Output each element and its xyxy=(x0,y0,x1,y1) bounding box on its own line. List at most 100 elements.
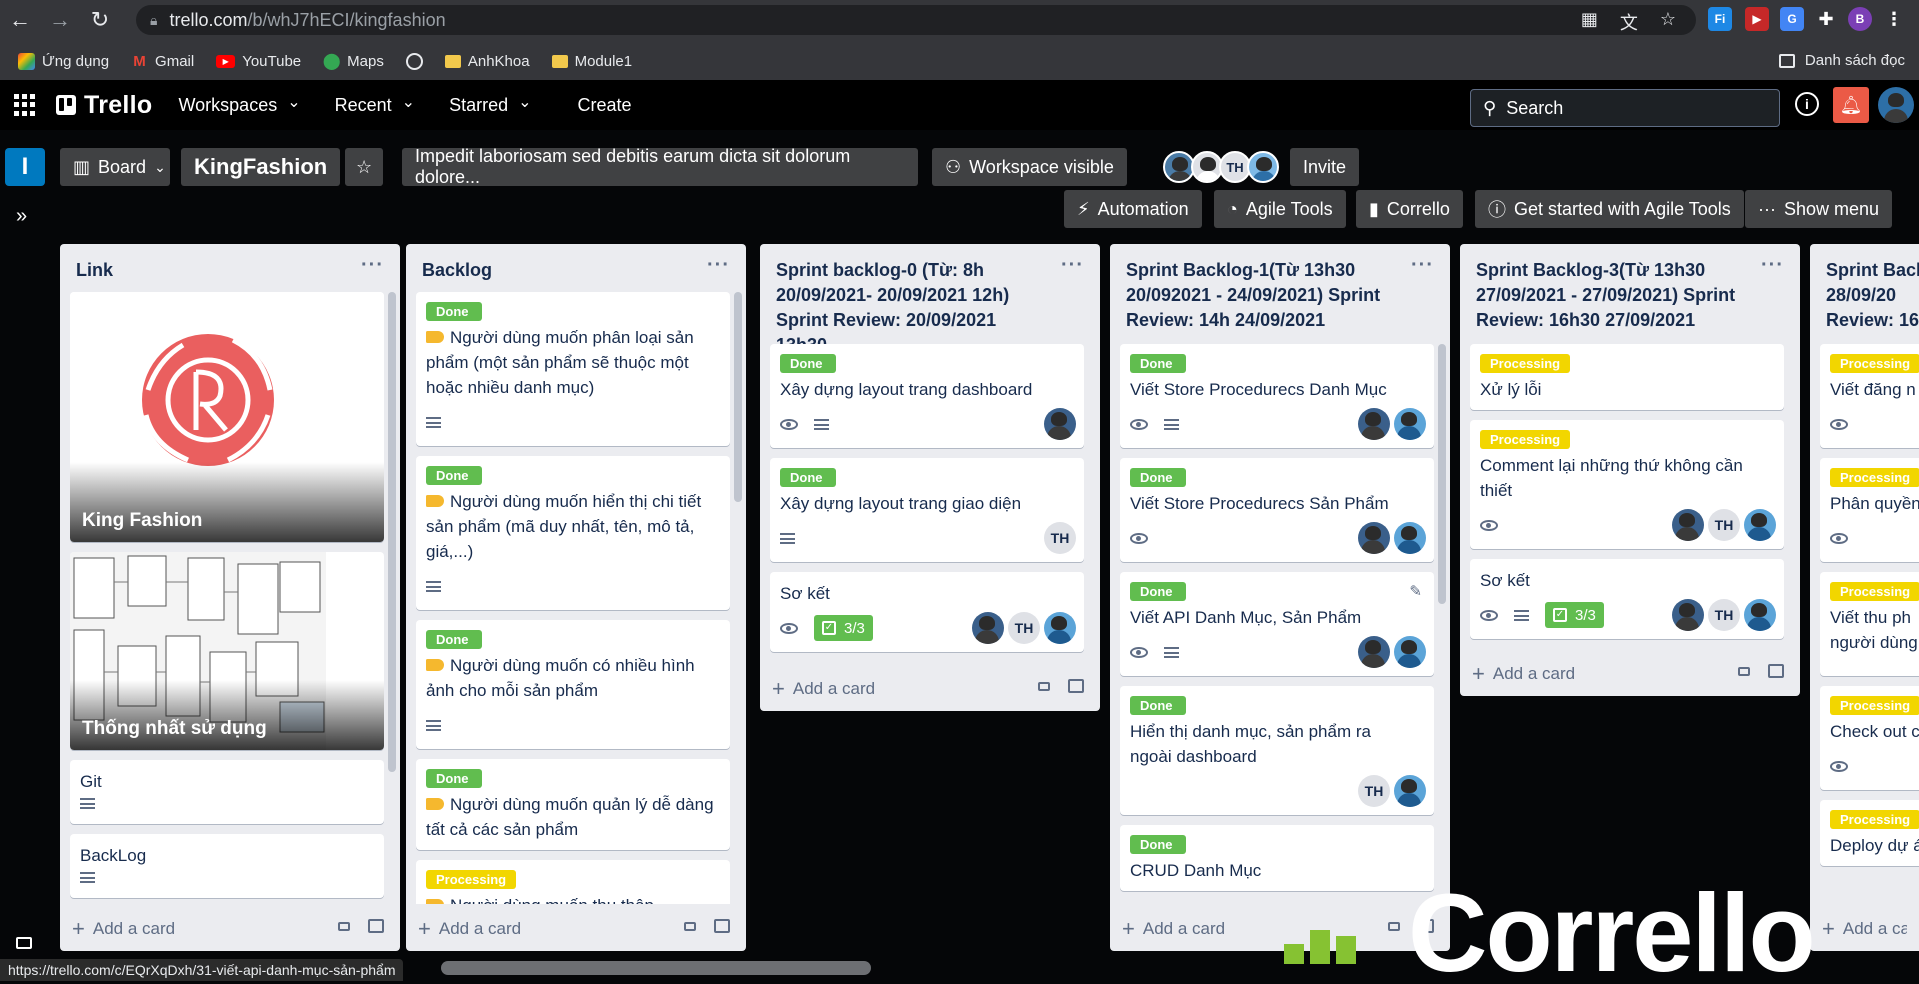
member-avatar[interactable] xyxy=(1744,599,1776,631)
card-next-item[interactable]: Processing Viết đăng n xyxy=(1820,344,1919,448)
board-view-switcher[interactable]: ▥ Board ⌄ xyxy=(60,148,170,186)
record-video-icon[interactable] xyxy=(338,922,350,931)
nav-starred[interactable]: Starred xyxy=(449,95,531,116)
card-template-icon[interactable] xyxy=(1068,679,1084,693)
apps-install-icon[interactable]: ▦ xyxy=(1581,9,1598,35)
bookmark-gmail[interactable]: M Gmail xyxy=(131,53,194,70)
member-avatar-initials[interactable]: TH xyxy=(1708,599,1740,631)
bookmark-anhkhoa[interactable]: AnhKhoa xyxy=(444,53,530,70)
list-title[interactable]: Sprint Backlog-3(Từ 13h30 27/09/2021 - 2… xyxy=(1460,244,1800,339)
list-menu-icon[interactable]: ··· xyxy=(361,254,384,277)
app-switcher-icon[interactable] xyxy=(14,94,36,116)
bookmark-youtube[interactable]: ▶ YouTube xyxy=(216,53,301,70)
notifications-bell-icon[interactable]: 🔔︎ xyxy=(1833,87,1869,123)
card-sprint1-item[interactable]: Done Viết Store Procedurecs Sản Phẩm xyxy=(1120,458,1434,562)
list-title[interactable]: Sprint Back 28/09/20 Review: 16h xyxy=(1810,244,1919,339)
star-board-button[interactable]: ☆ xyxy=(345,148,383,186)
add-card-button[interactable]: + Add a card xyxy=(418,915,734,943)
trello-logo[interactable]: Trello xyxy=(56,91,153,120)
add-card-button[interactable]: + Add a card xyxy=(1122,915,1438,943)
reading-list[interactable]: Danh sách đọc xyxy=(1778,52,1905,69)
card-sprint0-item[interactable]: Sơ kết ✓ 3/3 TH xyxy=(770,572,1084,652)
extension-video-icon[interactable]: ▶ xyxy=(1745,7,1769,31)
member-avatar[interactable] xyxy=(1394,522,1426,554)
card-sprint1-item[interactable]: Done Viết Store Procedurecs Danh Mục xyxy=(1120,344,1434,448)
get-started-agile-button[interactable]: ⓘ Get started with Agile Tools xyxy=(1475,190,1744,228)
address-bar[interactable]: 🔒︎ trello.com/b/whJ7hECI/kingfashion ▦ 文… xyxy=(136,5,1696,35)
card-sprint0-item[interactable]: Done Xây dựng layout trang dashboard xyxy=(770,344,1084,448)
card-backlog-item[interactable]: Processing Người dùng muốn thu thập xyxy=(416,860,730,904)
member-avatar[interactable] xyxy=(1044,408,1076,440)
member-avatar[interactable] xyxy=(972,612,1004,644)
member-avatar[interactable] xyxy=(1358,636,1390,668)
member-avatar[interactable] xyxy=(1394,408,1426,440)
member-avatar-initials[interactable]: TH xyxy=(1044,522,1076,554)
list-menu-icon[interactable]: ··· xyxy=(1761,254,1784,277)
card-next-item[interactable]: Processing Phân quyền xyxy=(1820,458,1919,562)
reload-icon[interactable]: ↻ xyxy=(80,0,120,40)
card-template-icon[interactable] xyxy=(1768,664,1784,678)
record-video-icon[interactable] xyxy=(1038,682,1050,691)
card-sprint0-item[interactable]: Done Xây dựng layout trang giao diện TH xyxy=(770,458,1084,562)
nav-recent[interactable]: Recent xyxy=(335,95,415,116)
card-git[interactable]: Git xyxy=(70,760,384,824)
card-backlog-item[interactable]: Done Người dùng muốn hiển thị chi tiết s… xyxy=(416,456,730,610)
bookmark-globe[interactable] xyxy=(405,52,423,70)
member-avatar[interactable] xyxy=(1672,599,1704,631)
record-video-icon[interactable] xyxy=(1388,922,1400,931)
list-menu-icon[interactable]: ··· xyxy=(707,254,730,277)
corrello-button[interactable]: ▮ Corrello xyxy=(1356,190,1463,228)
add-card-button[interactable]: + Add a card xyxy=(1472,660,1788,688)
search-input[interactable]: ⚲ Search xyxy=(1470,89,1780,127)
card-sprint3-item[interactable]: Processing Comment lại những thứ không c… xyxy=(1470,420,1784,549)
extensions-puzzle-icon[interactable]: ✚ xyxy=(1814,7,1838,31)
record-video-icon[interactable] xyxy=(684,922,696,931)
account-avatar[interactable] xyxy=(1878,87,1914,123)
agile-tools-button[interactable]: ◔ Agile Tools xyxy=(1214,190,1346,228)
info-icon[interactable]: i xyxy=(1795,92,1819,116)
card-sprint3-item[interactable]: Sơ kết ✓ 3/3 TH xyxy=(1470,559,1784,639)
invite-button[interactable]: Invite xyxy=(1290,148,1360,186)
member-avatar[interactable] xyxy=(1394,636,1426,668)
card-backlog-item[interactable]: Done Người dùng muốn phân loại sản phẩm … xyxy=(416,292,730,446)
extension-fi-icon[interactable]: Fi xyxy=(1708,7,1732,31)
bookmark-maps[interactable]: ⬤ Maps xyxy=(323,53,384,71)
card-sprint1-item[interactable]: Done Hiển thị danh mục, sản phẩm ra ngoà… xyxy=(1120,686,1434,815)
visibility-button[interactable]: ⚇ Workspace visible xyxy=(932,148,1127,186)
member-avatar-initials[interactable]: TH xyxy=(1358,775,1390,807)
list-menu-icon[interactable]: ··· xyxy=(1411,254,1434,277)
card-next-item[interactable]: Processing Viết thu ph người dùng xyxy=(1820,572,1919,676)
back-icon[interactable]: ← xyxy=(0,0,40,40)
nav-workspaces[interactable]: Workspaces xyxy=(179,95,301,116)
card-backlog[interactable]: BackLog xyxy=(70,834,384,898)
member-avatar[interactable] xyxy=(1358,408,1390,440)
card-king-fashion[interactable]: King Fashion xyxy=(70,292,384,542)
member-avatar[interactable] xyxy=(1744,509,1776,541)
card-backlog-item[interactable]: Done Người dùng muốn có nhiều hình ảnh c… xyxy=(416,620,730,749)
card-thong-nhat[interactable]: Thống nhất sử dụng xyxy=(70,552,384,750)
create-button[interactable]: Create xyxy=(578,95,632,116)
card-sprint3-item[interactable]: Processing Xử lý lỗi xyxy=(1470,344,1784,410)
member-avatar[interactable] xyxy=(1394,775,1426,807)
add-card-button[interactable]: + Add a card xyxy=(72,915,388,943)
member-avatar-initials[interactable]: TH xyxy=(1008,612,1040,644)
card-next-item[interactable]: Processing Deploy dự á xyxy=(1820,800,1919,866)
card-backlog-item[interactable]: Done Người dùng muốn quản lý dễ dàng tất… xyxy=(416,759,730,850)
extension-translate-icon[interactable]: G xyxy=(1780,7,1804,31)
card-template-icon[interactable] xyxy=(368,919,384,933)
bookmark-apps[interactable]: Ứng dụng xyxy=(18,52,109,70)
add-card-button[interactable]: + Add a card xyxy=(772,675,1088,703)
card-sprint1-item[interactable]: Done CRUD Danh Mục xyxy=(1120,825,1434,891)
list-title[interactable]: Backlog xyxy=(406,244,746,289)
list-scrollbar[interactable] xyxy=(734,292,742,502)
workspace-icon[interactable]: I xyxy=(5,148,45,186)
show-menu-button[interactable]: ··· Show menu xyxy=(1745,190,1893,228)
card-next-item[interactable]: Processing Check out c xyxy=(1820,686,1919,790)
member-avatar[interactable] xyxy=(1672,509,1704,541)
list-title[interactable]: Link xyxy=(60,244,400,289)
automation-button[interactable]: ⚡︎ Automation xyxy=(1064,190,1202,228)
record-video-icon[interactable] xyxy=(1738,667,1750,676)
bookmark-module1[interactable]: Module1 xyxy=(551,53,632,70)
forward-icon[interactable]: → xyxy=(40,0,80,40)
member-avatar[interactable] xyxy=(1358,522,1390,554)
